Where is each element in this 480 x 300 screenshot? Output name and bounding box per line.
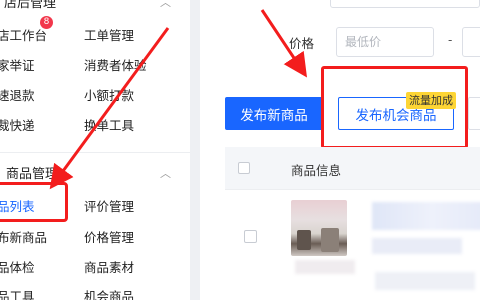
product-table-header: 商品信息 (225, 147, 480, 190)
blurred-product-title (372, 202, 480, 230)
publish-new-product-button[interactable]: 发布新商品 (225, 97, 323, 130)
sidebar-item-quick-refund[interactable]: 速退款 (0, 85, 35, 104)
sidebar-item-ticket-management[interactable]: 工单管理 (84, 25, 134, 44)
sidebar-nav: 店后管理 ︿ 店工作台 8 工单管理 家举证 消费者体验 速退款 小额打款 裁快… (0, 0, 190, 300)
annotation-highlight-opportunity-button (321, 66, 468, 149)
sidebar-item-change-order-tool[interactable]: 换单工具 (84, 115, 134, 134)
min-price-input[interactable] (336, 27, 434, 57)
sidebar-item-consumer-experience[interactable]: 消费者体验 (84, 55, 147, 74)
thumbnail-detail (321, 228, 339, 252)
sidebar-item-merchant-proof[interactable]: 家举证 (0, 55, 35, 74)
product-thumbnail[interactable] (291, 200, 347, 256)
sidebar-item-product-tools[interactable]: 品工具 (0, 286, 35, 300)
sidebar-item-small-payment[interactable]: 小额打款 (84, 85, 134, 104)
notification-badge: 8 (40, 16, 53, 29)
price-range-dash: - (448, 33, 453, 47)
sidebar-group-after-sales-title[interactable]: 店后管理 (4, 0, 56, 11)
blurred-product-id (295, 260, 355, 274)
sidebar-item-review-management[interactable]: 评价管理 (84, 196, 134, 215)
main-panel: 价格 - 发布新商品 发布机会商品 流量加成 商品信息 (200, 0, 480, 300)
more-actions-button[interactable] (468, 97, 480, 130)
price-filter-label: 价格 (289, 36, 315, 51)
sidebar-item-price-management[interactable]: 价格管理 (84, 227, 134, 246)
max-price-input[interactable] (462, 27, 480, 57)
thumbnail-detail (297, 230, 311, 250)
sidebar-item-publish-new[interactable]: 布新商品 (0, 227, 47, 246)
row-checkbox[interactable] (244, 230, 257, 243)
sidebar-item-workbench[interactable]: 店工作台 (0, 25, 47, 44)
sidebar-item-opportunity-products[interactable]: 机会商品 (84, 286, 134, 300)
app-root: 店后管理 ︿ 店工作台 8 工单管理 家举证 消费者体验 速退款 小额打款 裁快… (0, 0, 480, 300)
filter-input-top[interactable] (330, 0, 480, 8)
table-row (225, 190, 480, 300)
sidebar-item-express-arbitration[interactable]: 裁快递 (0, 115, 35, 134)
chevron-up-icon[interactable]: ︿ (160, 0, 171, 10)
column-product-info: 商品信息 (291, 163, 342, 178)
sidebar-item-product-checkup[interactable]: 品体检 (0, 257, 35, 276)
sidebar-divider (0, 152, 190, 153)
select-all-checkbox[interactable] (238, 162, 250, 174)
chevron-up-icon[interactable]: ︿ (160, 165, 171, 181)
sidebar-item-product-materials[interactable]: 商品素材 (84, 257, 134, 276)
sidebar-group-product-title[interactable]: 商品管理 (6, 163, 58, 182)
annotation-highlight-product-list (0, 182, 68, 222)
blurred-product-extra (375, 272, 475, 290)
blurred-product-meta (372, 238, 462, 254)
